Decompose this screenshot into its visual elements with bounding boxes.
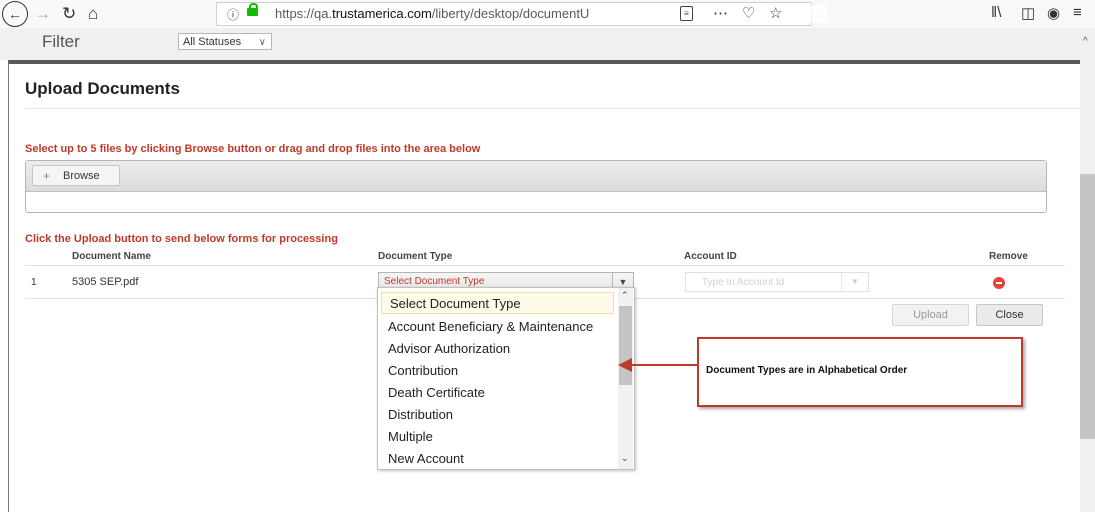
info-icon[interactable]: ⓘ	[227, 6, 239, 23]
url-text[interactable]: https://qa.trustamerica.com/liberty/desk…	[275, 6, 589, 21]
reader-icon[interactable]: ≡	[680, 6, 693, 21]
filter-bar: Filter All Statuses ∨	[0, 28, 1080, 60]
modal-title: Upload Documents	[25, 79, 180, 98]
document-name: 5305 SEP.pdf	[72, 276, 139, 288]
reload-icon[interactable]: ↻	[62, 2, 76, 26]
more-icon[interactable]: ⋯	[713, 4, 728, 22]
row-index: 1	[31, 277, 37, 288]
remove-icon[interactable]	[993, 277, 1005, 289]
account-icon[interactable]: ◉	[1047, 4, 1060, 22]
document-type-dropdown-list[interactable]: Select Document Type Account Beneficiary…	[377, 287, 635, 470]
column-header-account-id: Account ID	[684, 251, 737, 262]
sidebar-icon[interactable]: ◫	[1021, 4, 1035, 22]
close-button[interactable]: Close	[976, 304, 1043, 326]
pocket-icon[interactable]: ♡	[742, 4, 755, 22]
account-id-input[interactable]: Type In Account Id ▼	[685, 272, 869, 292]
back-icon[interactable]: ←	[2, 1, 28, 27]
browser-toolbar: ← → ↻ ⌂ ⓘ https://qa.trustamerica.com/li…	[0, 0, 1095, 28]
annotation-callout: Document Types are in Alphabetical Order	[697, 337, 1023, 407]
annotation-text: Document Types are in Alphabetical Order	[706, 365, 908, 376]
browse-label: Browse	[63, 170, 100, 182]
title-divider	[25, 108, 1081, 109]
browse-button[interactable]: + Browse	[32, 165, 120, 186]
file-drop-area[interactable]: + Browse	[25, 160, 1047, 213]
dropdown-scrollbar[interactable]: ⌃ ⌄	[618, 288, 633, 469]
column-header-document-type: Document Type	[378, 251, 453, 262]
account-caret-down-icon[interactable]: ▼	[841, 273, 868, 291]
plus-icon: +	[43, 169, 51, 183]
bookmark-star-icon[interactable]: ☆	[769, 4, 782, 22]
dropdown-option[interactable]: Death Certificate	[378, 382, 618, 404]
page-scroll-thumb[interactable]	[1080, 174, 1095, 439]
scroll-down-icon[interactable]: ⌄	[621, 453, 629, 464]
dropdown-option[interactable]: Advisor Authorization	[378, 338, 618, 360]
account-id-placeholder: Type In Account Id	[702, 277, 785, 288]
column-header-remove: Remove	[989, 251, 1028, 262]
dropdown-option[interactable]: Account Beneficiary & Maintenance	[378, 316, 618, 338]
select-files-instruction: Select up to 5 files by clicking Browse …	[25, 143, 481, 155]
status-select[interactable]: All Statuses ∨	[178, 33, 272, 50]
dropdown-option[interactable]: Multiple	[378, 426, 618, 448]
scroll-up-icon[interactable]: ⌃	[621, 290, 629, 301]
dropdown-option[interactable]: New Account	[378, 448, 618, 469]
document-type-select-value: Select Document Type	[384, 276, 485, 287]
menu-icon[interactable]: ≡	[1073, 4, 1082, 21]
upload-instruction: Click the Upload button to send below fo…	[25, 233, 338, 245]
home-icon[interactable]: ⌂	[88, 2, 98, 26]
dropdown-option[interactable]: Distribution	[378, 404, 618, 426]
status-select-value: All Statuses	[183, 36, 242, 48]
annotation-arrow-icon	[618, 358, 698, 372]
library-icon[interactable]: ‖\	[991, 4, 1001, 21]
dropdown-option-selected[interactable]: Select Document Type	[381, 292, 614, 314]
forward-icon[interactable]: →	[34, 2, 51, 26]
chevron-down-icon: ∨	[258, 37, 266, 48]
column-header-document-name: Document Name	[72, 251, 151, 262]
drop-area-header: + Browse	[26, 161, 1046, 192]
scroll-up-icon[interactable]: ^	[1083, 36, 1088, 47]
page-scrollbar[interactable]: ^	[1080, 28, 1095, 512]
upload-button[interactable]: Upload	[892, 304, 969, 326]
url-bar[interactable]: ⓘ https://qa.trustamerica.com/liberty/de…	[216, 2, 827, 26]
dropdown-option[interactable]: Contribution	[378, 360, 618, 382]
filter-label: Filter	[42, 32, 80, 51]
lock-icon[interactable]	[247, 3, 258, 16]
